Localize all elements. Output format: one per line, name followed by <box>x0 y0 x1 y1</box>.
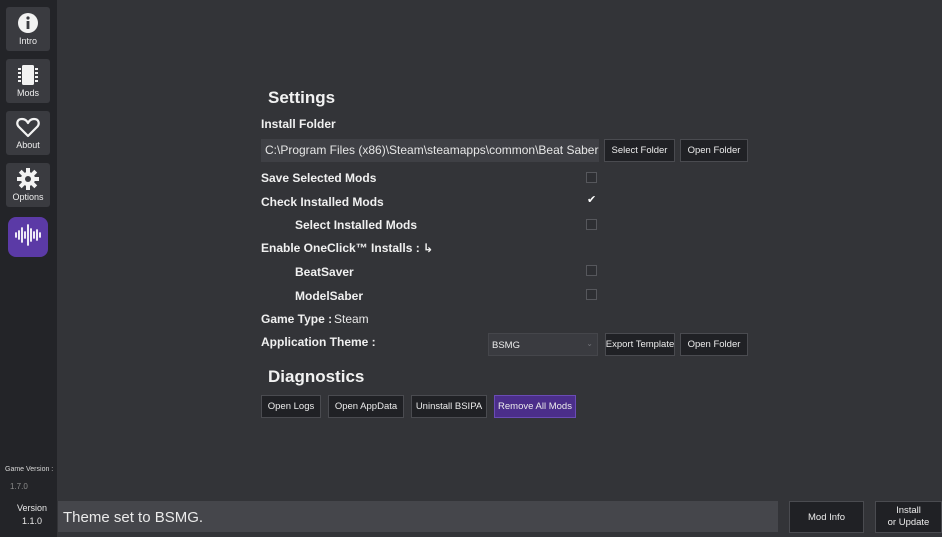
beatsaver-label: BeatSaver <box>295 265 354 279</box>
sidebar-item-options[interactable]: Options <box>6 163 50 207</box>
version-value: 1.1.0 <box>21 516 43 526</box>
open-folder-button[interactable]: Open Folder <box>680 139 748 162</box>
export-template-button[interactable]: Export Template <box>605 333 675 356</box>
game-type-label: Game Type : <box>261 312 333 326</box>
theme-logo-button[interactable] <box>8 217 48 257</box>
soundwave-icon <box>13 223 43 252</box>
modelsaber-label: ModelSaber <box>295 289 364 303</box>
info-icon <box>17 10 39 36</box>
app-theme-label: Application Theme : <box>261 335 376 349</box>
sidebar-item-label: Mods <box>16 88 39 98</box>
check-installed-mods-label: Check Installed Mods <box>261 195 384 209</box>
oneclick-label: Enable OneClick™ Installs : ↳ <box>261 241 434 255</box>
sidebar-item-label: Intro <box>18 36 37 46</box>
version-label: Version <box>16 503 48 513</box>
sidebar-item-label: About <box>16 140 40 150</box>
mod-info-button[interactable]: Mod Info <box>789 501 864 533</box>
sidebar-item-intro[interactable]: Intro <box>6 7 50 51</box>
open-appdata-button[interactable]: Open AppData <box>328 395 404 418</box>
select-installed-mods-checkbox[interactable] <box>586 219 597 230</box>
install-button-line1: Install <box>896 505 921 516</box>
theme-select-value: BSMG <box>492 340 520 351</box>
sidebar-item-about[interactable]: About <box>6 111 50 155</box>
select-installed-mods-label: Select Installed Mods <box>295 218 418 232</box>
open-logs-button[interactable]: Open Logs <box>261 395 321 418</box>
heart-icon <box>16 114 40 140</box>
save-selected-mods-label: Save Selected Mods <box>261 171 377 185</box>
modelsaber-checkbox[interactable] <box>586 289 597 300</box>
game-version-value: 1.7.0 <box>10 482 28 491</box>
save-selected-mods-checkbox[interactable] <box>586 172 597 183</box>
game-type-value: Steam <box>334 312 369 326</box>
install-button-line2: or Update <box>887 517 930 528</box>
settings-title: Settings <box>268 88 336 107</box>
diagnostics-title: Diagnostics <box>268 367 365 386</box>
status-message: Theme set to BSMG. <box>63 509 204 526</box>
gear-icon <box>16 166 40 192</box>
sidebar: Intro Mods About Options Game Version : … <box>0 0 57 537</box>
select-folder-button[interactable]: Select Folder <box>604 139 675 162</box>
theme-open-folder-button[interactable]: Open Folder <box>680 333 748 356</box>
install-folder-label: Install Folder <box>261 117 336 131</box>
beatsaver-checkbox[interactable] <box>586 265 597 276</box>
remove-all-mods-button[interactable]: Remove All Mods <box>494 395 576 418</box>
uninstall-bsipa-button[interactable]: Uninstall BSIPA <box>411 395 487 418</box>
theme-select[interactable]: BSMG ⌄ <box>488 333 598 356</box>
chip-icon <box>17 62 39 88</box>
sidebar-item-mods[interactable]: Mods <box>6 59 50 103</box>
install-folder-path: C:\Program Files (x86)\Steam\steamapps\c… <box>261 139 599 162</box>
chevron-down-icon: ⌄ <box>586 339 593 348</box>
status-bar: Theme set to BSMG. <box>58 501 778 532</box>
install-update-button[interactable]: Install or Update <box>875 501 942 533</box>
game-version-label: Game Version : <box>5 466 54 473</box>
check-installed-mods-checkbox[interactable]: ✔ <box>586 195 597 206</box>
sidebar-item-label: Options <box>12 192 44 202</box>
